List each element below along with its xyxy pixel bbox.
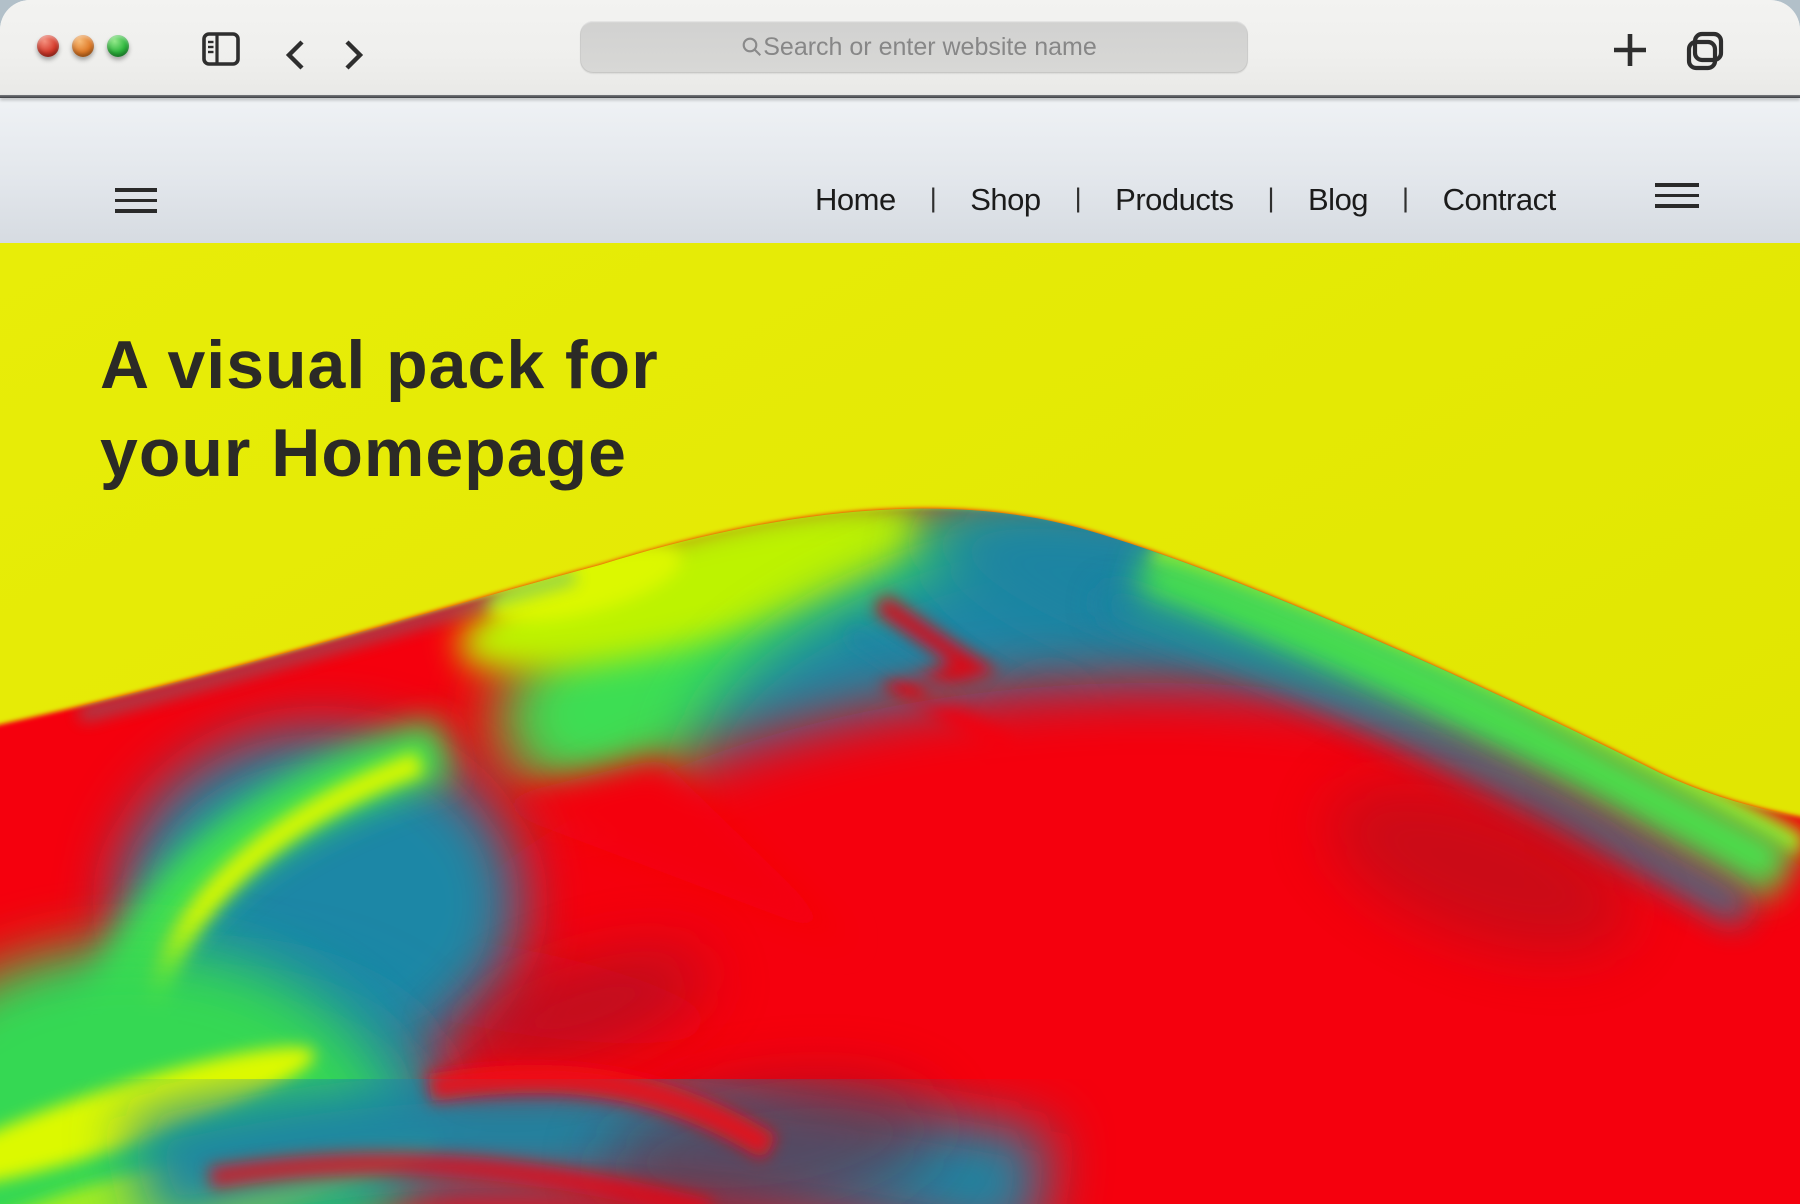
address-bar [580, 21, 1248, 73]
nav-item-home[interactable]: Home [815, 182, 896, 218]
hamburger-icon [1655, 183, 1699, 208]
window-controls [37, 35, 129, 57]
nav-item-shop[interactable]: Shop [970, 182, 1041, 218]
plus-icon [1610, 30, 1650, 70]
page-title: A visual pack for your Homepage [100, 321, 659, 497]
hero-section: A visual pack for your Homepage [0, 243, 1800, 1204]
tab-overview-button[interactable] [1682, 26, 1730, 74]
page-title-line1: A visual pack for [100, 327, 659, 403]
nav-separator: | [929, 183, 937, 213]
chevron-right-icon [341, 39, 365, 71]
minimize-button[interactable] [72, 35, 94, 57]
back-button[interactable] [283, 38, 309, 72]
new-tab-button[interactable] [1608, 28, 1652, 72]
tab-overview-icon [1683, 27, 1729, 73]
nav-separator: | [1402, 183, 1409, 213]
nav-separator: | [1267, 183, 1274, 213]
sidebar-icon [202, 32, 240, 66]
toolbar-divider [0, 95, 1800, 98]
chevron-left-icon [284, 39, 308, 71]
close-button[interactable] [37, 35, 59, 57]
main-nav: Home | Shop | Products | Blog | Contract [815, 98, 1556, 243]
browser-toolbar [0, 0, 1800, 95]
menu-button-left[interactable] [115, 188, 157, 213]
zoom-button[interactable] [107, 35, 129, 57]
hamburger-icon [115, 188, 157, 213]
page-title-line2: your Homepage [100, 415, 627, 491]
browser-window: Home | Shop | Products | Blog | Contract [0, 0, 1800, 1204]
forward-button[interactable] [340, 38, 366, 72]
menu-button-right[interactable] [1655, 183, 1699, 208]
sidebar-toggle-button[interactable] [200, 30, 242, 68]
site-header: Home | Shop | Products | Blog | Contract [0, 98, 1800, 243]
nav-item-products[interactable]: Products [1115, 182, 1234, 218]
search-input[interactable] [580, 21, 1248, 73]
nav-item-blog[interactable]: Blog [1308, 182, 1369, 218]
nav-separator: | [1074, 183, 1082, 213]
nav-item-contract[interactable]: Contract [1443, 182, 1557, 218]
